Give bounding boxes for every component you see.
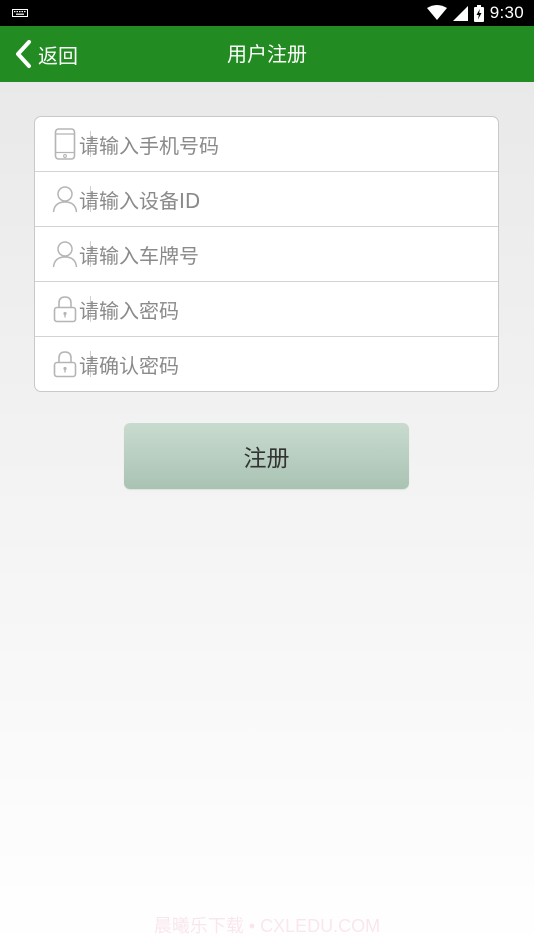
watermark: 晨曦乐下载 • CXLEDU.COM [153, 916, 381, 936]
password-field[interactable]: 请输入密码 [35, 282, 498, 337]
lock-icon [52, 293, 78, 325]
plate-number-input[interactable]: 请输入车牌号 [79, 227, 479, 281]
battery-charging-icon [473, 4, 484, 22]
signal-icon [452, 5, 468, 21]
plate-number-field[interactable]: 请输入车牌号 [35, 227, 498, 282]
register-button-label: 注册 [243, 446, 290, 472]
device-id-input[interactable]: 请输入设备ID [79, 172, 479, 226]
device-id-field[interactable]: 请输入设备ID [35, 172, 498, 227]
registration-form: 请输入手机号码 请输入设备ID 请输入车牌号 请输入密码 请确认密码 [34, 116, 499, 392]
phone-input[interactable]: 请输入手机号码 [79, 117, 479, 171]
chevron-left-icon [16, 40, 31, 68]
keyboard-icon [12, 9, 28, 17]
app-bar: 用户注册 返回 [0, 26, 534, 82]
back-button[interactable]: 返回 [14, 26, 78, 82]
user-icon [52, 183, 78, 215]
password-input[interactable]: 请输入密码 [79, 282, 479, 336]
confirm-password-field[interactable]: 请确认密码 [35, 337, 498, 391]
status-bar: 9:30 [0, 0, 534, 26]
wifi-icon [426, 5, 447, 20]
back-label: 返回 [38, 43, 78, 68]
lock-icon [52, 348, 78, 380]
phone-field[interactable]: 请输入手机号码 [35, 117, 498, 172]
phone-icon [52, 128, 78, 160]
user-icon [52, 238, 78, 270]
register-button[interactable]: 注册 [124, 423, 409, 489]
page-title: 用户注册 [227, 42, 307, 66]
confirm-password-input[interactable]: 请确认密码 [79, 337, 479, 391]
clock-time: 9:30 [489, 3, 524, 22]
